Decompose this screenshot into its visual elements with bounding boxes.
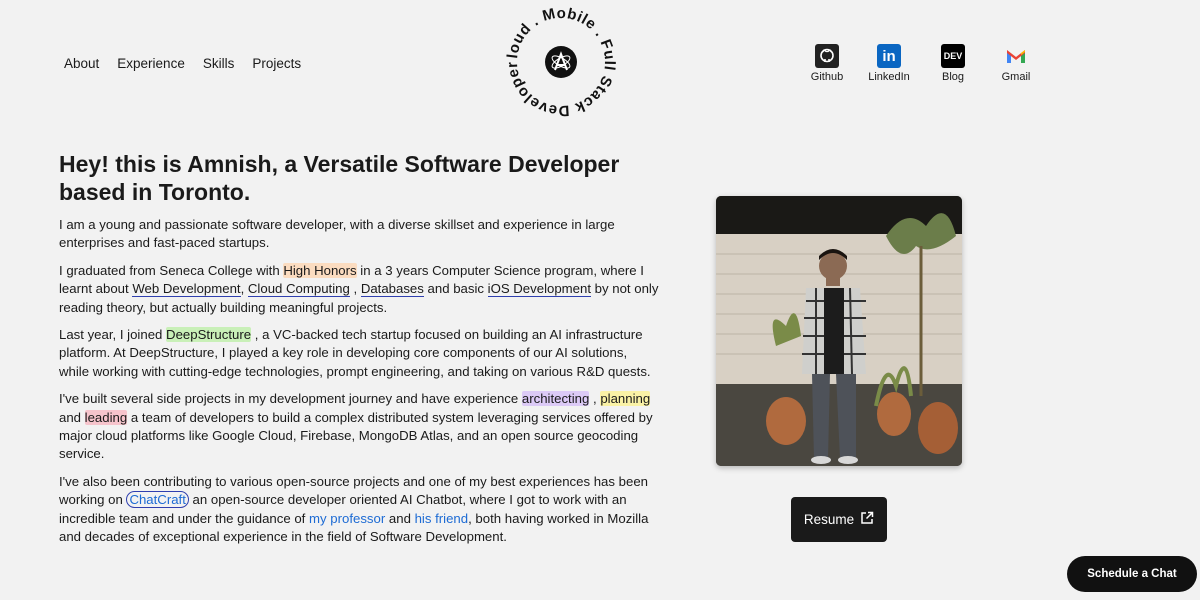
blog-label: Blog — [941, 71, 965, 83]
resume-label: Resume — [803, 512, 855, 527]
gmail-label: Gmail — [1001, 71, 1031, 83]
underline-web-dev: Web Development — [132, 281, 241, 298]
gmail-link[interactable]: Gmail — [986, 44, 1046, 83]
github-link[interactable]: Github — [797, 44, 857, 83]
github-label: Github — [810, 71, 844, 83]
atom-a-icon — [545, 46, 577, 78]
underline-ios: iOS Development — [487, 281, 591, 298]
schedule-chat-button[interactable]: Schedule a Chat — [1067, 556, 1197, 592]
underline-cloud: Cloud Computing — [247, 281, 350, 298]
nav-experience[interactable]: Experience — [117, 56, 185, 71]
social-links: Github in LinkedIn DEV Blog Gmail — [800, 44, 1040, 88]
intro-section: Hey! this is Amnish, a Versatile Softwar… — [59, 150, 659, 556]
main-nav: About Experience Skills Projects — [64, 56, 301, 71]
github-icon — [815, 44, 839, 68]
bio-paragraph-2: I graduated from Seneca College with Hig… — [59, 262, 659, 315]
highlight-architecting: architecting — [521, 391, 590, 407]
friend-link[interactable]: his friend — [415, 511, 469, 526]
highlight-planning: planning — [600, 391, 651, 407]
nav-about[interactable]: About — [64, 56, 99, 71]
nav-skills[interactable]: Skills — [203, 56, 235, 71]
linkedin-link[interactable]: in LinkedIn — [859, 44, 919, 83]
external-link-icon — [860, 511, 874, 528]
bio-paragraph-4: I've built several side projects in my d… — [59, 391, 653, 462]
linkedin-icon: in — [877, 44, 901, 68]
chatcraft-link[interactable]: ChatCraft — [126, 491, 189, 509]
dev-icon: DEV — [941, 44, 965, 68]
linkedin-label: LinkedIn — [868, 71, 910, 83]
page-title: Hey! this is Amnish, a Versatile Softwar… — [59, 151, 620, 205]
underline-databases: Databases — [360, 281, 424, 298]
bio-paragraph-3: Last year, I joined DeepStructure , a VC… — [59, 327, 651, 379]
bio-paragraph-5: I've also been contributing to various o… — [59, 473, 649, 545]
blog-link[interactable]: DEV Blog — [923, 44, 983, 83]
bio-paragraph-1: I am a young and passionate software dev… — [59, 217, 615, 251]
professor-link[interactable]: my professor — [309, 511, 385, 526]
profile-photo — [716, 196, 962, 466]
circular-logo[interactable]: Cloud . Mobile . Full Stack Developer . — [494, 0, 622, 119]
highlight-honors: High Honors — [283, 262, 357, 278]
gmail-icon — [1004, 44, 1028, 68]
resume-button[interactable]: Resume — [791, 497, 887, 542]
highlight-leading: leading — [84, 409, 128, 425]
nav-projects[interactable]: Projects — [252, 56, 301, 71]
highlight-company: DeepStructure — [166, 327, 252, 343]
